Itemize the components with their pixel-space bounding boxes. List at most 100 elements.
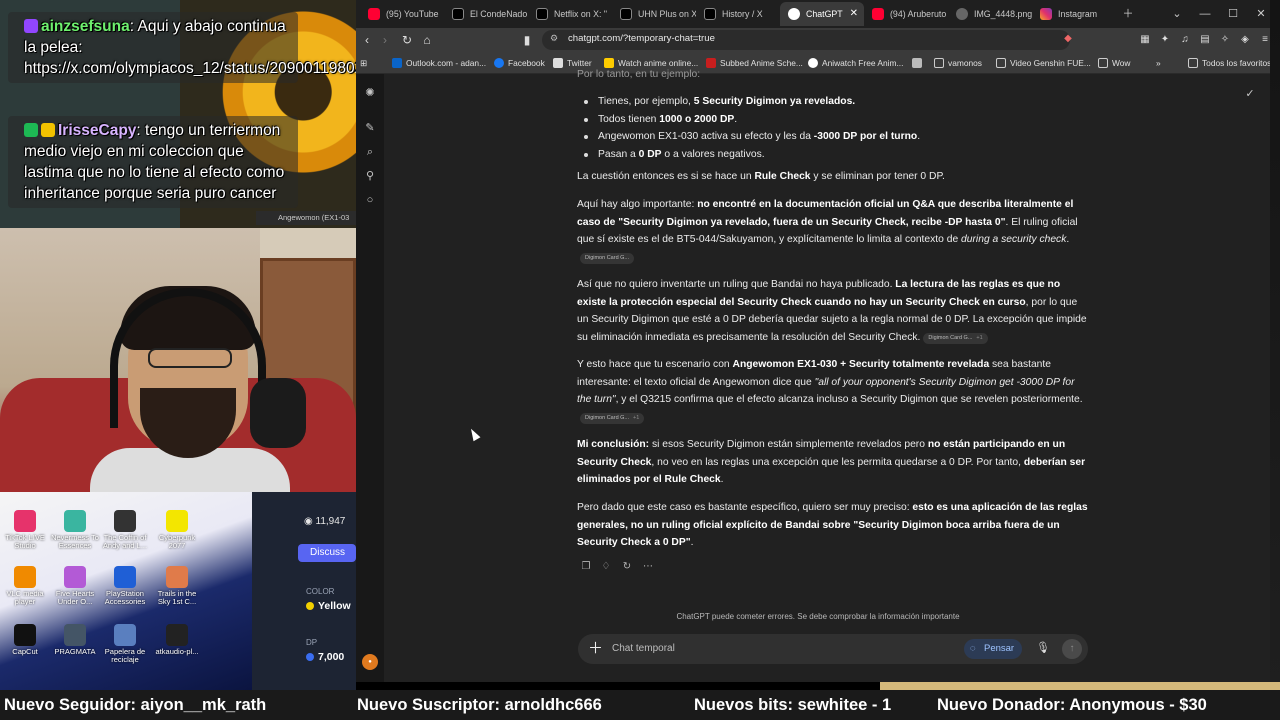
more-bookmarks-button[interactable]: » [1156,55,1161,71]
list-item: Tienes, por ejemplo, 5 Security Digimon … [577,93,920,111]
chatgpt-logo-icon[interactable]: ✺ [363,86,377,100]
stream-overlay: ainzsefsuna: Aqui y abajo continua la pe… [0,0,356,690]
bookmark-icon[interactable]: ▮ [518,31,536,49]
new-chat-icon[interactable]: ✎ [363,121,377,135]
thumbs-icon[interactable]: ♢ [599,560,613,574]
desktop-icon[interactable]: PRAGMATA [51,624,99,656]
copy-icon[interactable]: ❐ [579,560,593,574]
brave-shield-icon[interactable]: ◆ [1061,32,1075,46]
close-tab-icon[interactable]: ✕ [850,2,858,26]
citation-chip[interactable]: Digimon Card G... +1 [580,412,645,424]
extension-icon[interactable]: ▦ [1138,33,1152,47]
wallet-icon[interactable]: ▤ [1198,33,1212,47]
tab-label: History / X [722,9,763,19]
chat-bubble-icon[interactable]: ○ [363,193,377,207]
shield-extension-icon[interactable]: ◈ [1238,33,1252,47]
tab-x-history[interactable]: History / X [696,2,780,26]
bits-badge-icon [41,123,55,137]
avatar[interactable]: ● [362,654,378,670]
all-bookmarks-folder[interactable]: Todos los favoritos [1188,55,1271,71]
search-icon[interactable]: ⌕ [363,145,377,159]
desktop-icon[interactable]: The Coffin of Andy and L... [101,510,149,550]
cyberpunk-icon [166,510,188,532]
regenerate-icon[interactable]: ↻ [620,560,634,574]
bookmark-facebook[interactable]: Facebook [494,55,545,71]
tab-instagram[interactable]: Instagram [1032,2,1116,26]
color-label: COLOR [306,587,335,596]
desktop-icon[interactable]: atkaudio-pl... [153,624,201,656]
maximize-button[interactable]: ☐ [1218,0,1248,28]
desktop-icon-label: Five Hearts Under O... [55,589,95,606]
citation-more: +1 [976,334,983,341]
app-icon [166,566,188,588]
capcut-icon [14,624,36,646]
address-bar: ‹ › ↻ ⌂ ▮ ⚙ chatgpt.com/?temporary-chat=… [356,28,1280,52]
tab-list-chevron-icon[interactable]: ⌄ [1162,0,1192,28]
tab-x-uhn[interactable]: UHN Plus on X [612,2,696,26]
bookmark-folder-wow[interactable]: Wow [1098,55,1130,71]
playstation-icon [114,566,136,588]
folder-icon [1188,58,1198,68]
desktop-icon[interactable]: VLC media player [1,566,49,606]
composer-placeholder[interactable]: Chat temporal [612,643,675,654]
list-item: Pasan a 0 DP o a valores negativos. [577,146,920,164]
tab-x-condenado[interactable]: El CondeNado [444,2,528,26]
bookmark-outlook[interactable]: Outlook.com - adan... [392,55,486,71]
desktop-icon-label: atkaudio-pl... [155,647,199,656]
app-icon [64,566,86,588]
tab-chatgpt[interactable]: ChatGPT ✕ [780,2,864,26]
citation-chip[interactable]: Digimon Card G... +1 [923,332,988,344]
tab-youtube[interactable]: (95) YouTube [360,2,444,26]
yellow-dot-icon [306,602,314,610]
desktop-icon[interactable]: Cyberpunk 2077 [153,510,201,550]
pin-icon[interactable]: ⚲ [363,169,377,183]
desktop-icon[interactable]: Papelera de reciclaje [101,624,149,664]
text-span: . [1066,234,1070,245]
text-span: Pasan a [598,148,639,160]
back-arrow-icon[interactable]: ‹ [358,31,376,49]
desktop-icon-label: VLC media player [6,589,44,606]
tab-label: El CondeNado [470,9,528,19]
bullet-list: Tienes, por ejemplo, 5 Security Digimon … [577,93,920,163]
site-info-icon[interactable]: ⚙ [550,33,558,44]
forward-arrow-icon[interactable]: › [376,31,394,49]
music-icon[interactable]: ♫ [1178,33,1192,47]
reload-icon[interactable]: ↻ [398,31,416,49]
add-attachment-icon[interactable]: ＋ [588,640,603,658]
desktop-icon[interactable]: PlayStation Accessories [101,566,149,606]
apps-grid-icon[interactable]: ⊞ [360,55,367,71]
discuss-button[interactable]: Discuss [298,544,356,562]
minimize-button[interactable]: — [1190,0,1220,28]
home-icon[interactable]: ⌂ [418,31,436,49]
chat-composer[interactable]: ＋ Chat temporal ◌ Pensar 🎙 ↑ [578,634,1088,664]
desktop-icon[interactable]: Five Hearts Under O... [51,566,99,606]
views-count: ◉ 11,947 [304,516,345,527]
text-span: La cuestión entonces es si se hace un [577,171,755,182]
webcam-feed [0,228,356,492]
views-value: 11,947 [315,516,346,527]
bold-span: 5 Security Digimon ya revelados. [693,96,856,107]
desktop-icon[interactable]: Trails in the Sky 1st C... [153,566,201,606]
microphone-icon[interactable]: 🎙 [1036,641,1050,654]
ticker-follower: Nuevo Seguidor: aiyon__mk_rath [4,696,267,714]
sparkle-icon[interactable]: ✧ [1218,33,1232,47]
temporary-chat-check-icon[interactable]: ✓ [1243,87,1257,101]
tab-youtube-aruberuto[interactable]: (94) Aruberuto [864,2,948,26]
desktop-icon[interactable]: CapCut [1,624,49,656]
window-tooltip: Angewomon (EX1-03 [256,211,356,225]
citation-chip[interactable]: Digimon Card G... [580,252,635,264]
more-options-icon[interactable]: ⋯ [641,560,655,574]
desktop-icon[interactable]: Nevermess To Essences [51,510,99,550]
tab-image[interactable]: IMG_4448.png [948,2,1032,26]
send-button[interactable]: ↑ [1062,639,1082,659]
tab-x-netflix[interactable]: Netflix on X: " [528,2,612,26]
disclaimer-text: ChatGPT puede cometer errores. Se debe c… [676,612,960,621]
bold-span: 1000 o 2000 DP [659,113,735,125]
citation-more: +1 [633,414,640,421]
think-toggle-button[interactable]: ◌ Pensar [964,639,1023,659]
desktop-icon[interactable]: TikTok LIVE Studio [1,510,49,550]
chat-username: IrisseCapy [58,122,137,139]
url-field[interactable]: ⚙ chatgpt.com/?temporary-chat=true [542,30,1070,50]
puzzle-icon[interactable]: ✦ [1158,33,1172,47]
new-tab-button[interactable]: ＋ [1113,0,1143,28]
